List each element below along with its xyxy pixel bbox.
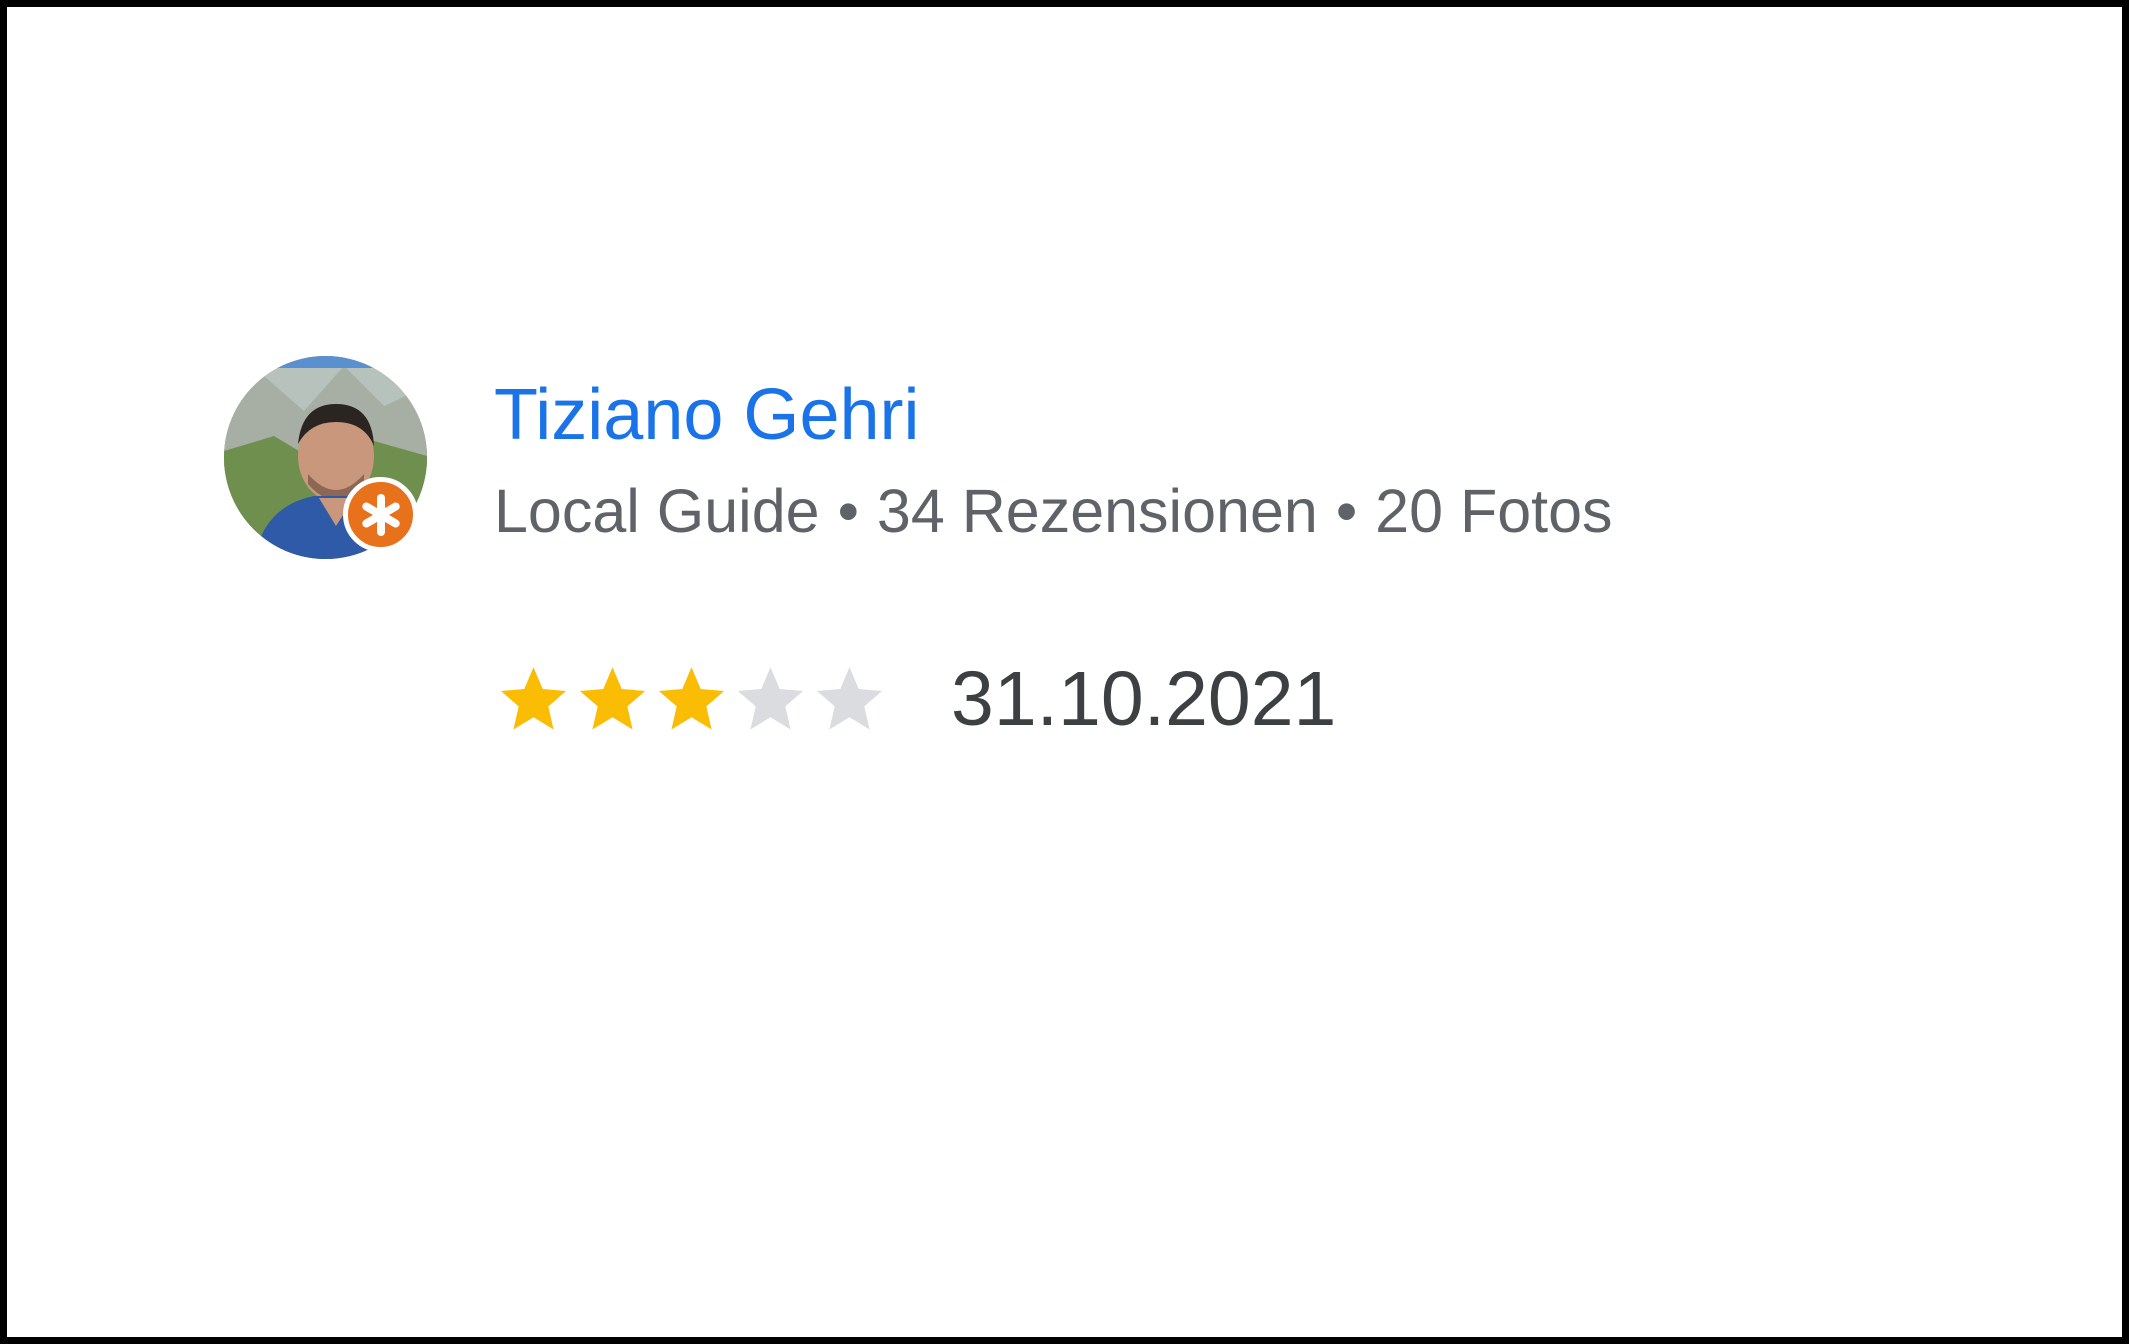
photo-count: 20 Fotos	[1375, 477, 1613, 545]
meta-separator: •	[837, 477, 859, 545]
star-filled-icon	[658, 666, 725, 729]
star-rating	[494, 659, 889, 739]
local-guide-label: Local Guide	[494, 477, 820, 545]
star-filled-icon	[500, 666, 567, 729]
star-empty-icon	[816, 666, 883, 729]
star-empty-icon	[737, 666, 804, 729]
review-date: 31.10.2021	[951, 656, 1337, 742]
reviewer-name-link[interactable]: Tiziano Gehri	[494, 373, 920, 457]
local-guide-badge-icon	[343, 477, 418, 552]
reviewer-meta: Local Guide • 34 Rezensionen • 20 Fotos	[494, 475, 1613, 547]
star-filled-icon	[579, 666, 646, 729]
review-count: 34 Rezensionen	[876, 477, 1318, 545]
review-card: Tiziano Gehri Local Guide • 34 Rezensionen…	[0, 0, 2129, 1344]
meta-separator: •	[1335, 477, 1358, 545]
